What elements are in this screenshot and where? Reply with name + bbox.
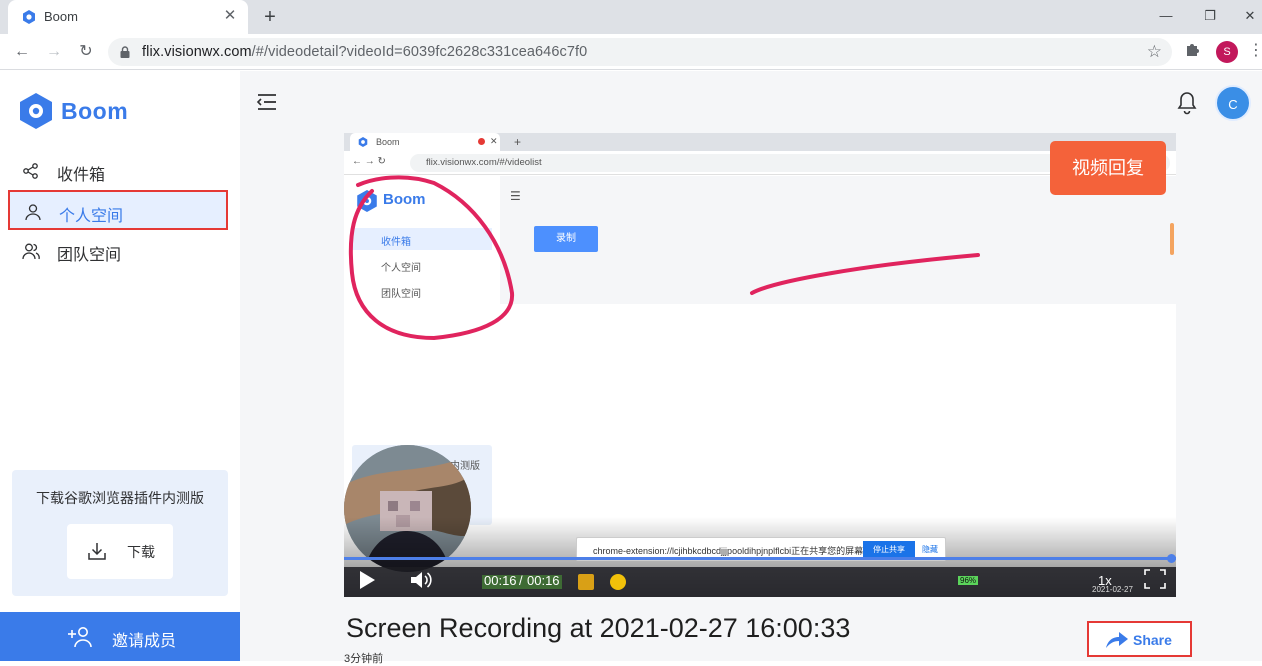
sidebar-item-inbox[interactable]: 收件箱	[8, 151, 228, 191]
team-icon	[22, 243, 40, 260]
video-posted-time: 3分钟前	[344, 653, 384, 665]
new-tab-button[interactable]: +	[258, 5, 282, 29]
sidebar-item-label: 收件箱	[57, 167, 106, 184]
stop-sharing-button: 停止共享	[863, 541, 915, 558]
download-button[interactable]: 下载	[67, 524, 173, 579]
sidebar-item-label: 团队空间	[57, 247, 122, 264]
tab-title: Boom	[44, 9, 78, 24]
share-icon	[23, 163, 38, 179]
share-button[interactable]: Share	[1087, 621, 1192, 657]
bookmark-star-icon[interactable]: ☆	[1147, 42, 1162, 62]
hide-banner-link: 隐藏	[922, 545, 938, 554]
reload-icon[interactable]: ↻	[74, 40, 98, 64]
boom-favicon-icon	[23, 10, 35, 24]
video-reply-tag[interactable]: 视频回复	[1050, 141, 1166, 195]
browser-tab-strip: Boom ✕ + — ❐ ✕	[0, 0, 1262, 34]
notification-bell-icon[interactable]	[1176, 91, 1198, 115]
download-button-label: 下载	[127, 544, 155, 560]
share-button-label: Share	[1133, 632, 1172, 648]
player-controls: 00:16 / 00:16 1x	[344, 563, 1176, 597]
share-arrow-icon	[1106, 632, 1128, 648]
volume-icon[interactable]	[410, 570, 432, 590]
window-close-button[interactable]: ✕	[1238, 4, 1262, 28]
forward-arrow-icon[interactable]: →	[42, 40, 66, 64]
collapse-menu-icon[interactable]	[256, 92, 278, 112]
time-separator: /	[519, 573, 523, 588]
sidebar: Boom 收件箱 个人空间 团队空间 下载谷歌浏览器插件内测版 下载 邀请成员	[0, 71, 240, 661]
invite-members-button[interactable]: 邀请成员	[0, 612, 240, 661]
brand-name: Boom	[61, 98, 129, 124]
sidebar-item-label: 个人空间	[59, 208, 124, 225]
video-title: Screen Recording at 2021-02-27 16:00:33	[346, 613, 851, 643]
tab-close-icon[interactable]: ✕	[220, 6, 240, 26]
profile-avatar[interactable]: S	[1216, 41, 1238, 63]
total-time: 00:16	[527, 573, 560, 588]
video-frame: Boom ✕ + ← → ↻ flix.visionwx.com/#/video…	[344, 133, 1176, 597]
screen-share-text: chrome-extension://lcjihbkcdbcdjjjpooldi…	[593, 546, 873, 556]
download-extension-card: 下载谷歌浏览器插件内测版 下载	[12, 470, 228, 596]
playback-speed-button[interactable]: 1x	[1098, 573, 1112, 588]
add-user-icon	[68, 627, 92, 648]
sidebar-item-team-space[interactable]: 团队空间	[8, 231, 228, 271]
window-minimize-button[interactable]: —	[1154, 4, 1178, 28]
invite-members-label: 邀请成员	[112, 633, 177, 650]
main-content: C Boom ✕ + ← → ↻ flix.visionwx.com/#/vid…	[240, 71, 1262, 665]
browser-toolbar: ← → ↻ flix.visionwx.com/#/videodetail?vi…	[0, 34, 1262, 70]
browser-tab[interactable]: Boom ✕	[8, 0, 248, 34]
progress-bar[interactable]	[344, 554, 1176, 563]
boom-logo-icon	[20, 93, 52, 129]
lock-icon	[120, 46, 130, 58]
window-restore-button[interactable]: ❐	[1198, 4, 1222, 28]
download-icon	[88, 543, 106, 560]
browser-menu-icon[interactable]: ⋮	[1248, 40, 1262, 62]
fullscreen-icon[interactable]	[1144, 569, 1166, 589]
progress-fill	[344, 557, 1176, 560]
video-player[interactable]: Boom ✕ + ← → ↻ flix.visionwx.com/#/video…	[344, 133, 1176, 597]
address-bar[interactable]: flix.visionwx.com/#/videodetail?videoId=…	[108, 38, 1172, 66]
progress-knob[interactable]	[1167, 554, 1176, 563]
user-avatar[interactable]: C	[1215, 85, 1251, 121]
url-text: flix.visionwx.com/#/videodetail?videoId=…	[142, 44, 588, 60]
back-arrow-icon[interactable]: ←	[10, 40, 34, 64]
extensions-puzzle-icon[interactable]	[1184, 40, 1202, 58]
play-icon[interactable]	[358, 570, 376, 590]
sidebar-item-personal-space[interactable]: 个人空间	[8, 190, 228, 230]
download-card-text: 下载谷歌浏览器插件内测版	[36, 490, 204, 506]
user-icon	[25, 204, 41, 221]
current-time: 00:16	[484, 573, 517, 588]
